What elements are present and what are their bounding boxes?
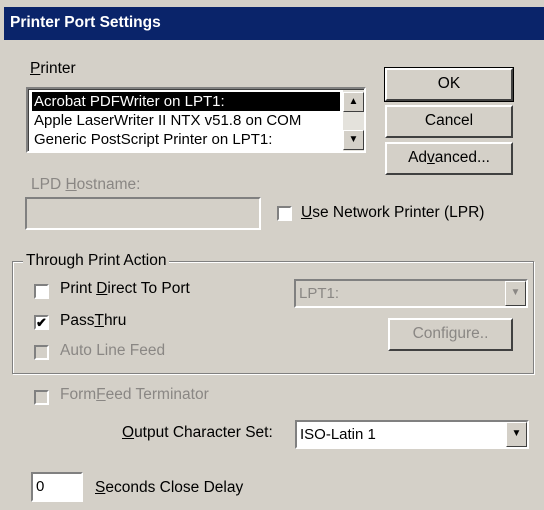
printer-list-item[interactable]: Generic PostScript Printer on LPT1:	[32, 130, 340, 149]
cancel-button[interactable]: Cancel	[385, 105, 513, 138]
lpd-hostname-label: LPD Hostname:	[31, 176, 141, 193]
printer-list-scrollbar[interactable]: ▲ ▼	[343, 90, 364, 151]
output-charset-label: Output Character Set:	[122, 424, 273, 441]
use-network-printer-label[interactable]: Use Network Printer (LPR)	[301, 204, 484, 222]
output-charset-value: ISO-Latin 1	[300, 426, 376, 443]
formfeed-terminator-label[interactable]: FormFeed Terminator	[60, 386, 209, 404]
printer-listbox[interactable]: Acrobat PDFWriter on LPT1: Apple LaserWr…	[26, 87, 366, 153]
use-network-printer-checkbox[interactable]	[277, 206, 292, 221]
print-direct-checkbox[interactable]	[34, 284, 49, 299]
printer-list-item[interactable]: Apple LaserWriter II NTX v51.8 on COM	[32, 111, 340, 130]
close-delay-label: Seconds Close Delay	[95, 479, 244, 496]
printer-port-settings-dialog: Printer Port Settings Printer Acrobat PD…	[0, 0, 544, 510]
printer-label: Printer	[30, 60, 76, 77]
passthru-label[interactable]: PassThru	[60, 312, 126, 330]
close-delay-input[interactable]: 0	[31, 472, 83, 502]
output-charset-select[interactable]: ISO-Latin 1 ▼	[295, 420, 529, 449]
title-bar[interactable]: Printer Port Settings	[4, 7, 544, 40]
auto-line-feed-label[interactable]: Auto Line Feed	[60, 342, 165, 360]
window-title: Printer Port Settings	[10, 14, 161, 31]
scroll-up-arrow-icon[interactable]: ▲	[343, 92, 364, 112]
port-select[interactable]: LPT1: ▼	[294, 279, 528, 308]
chevron-down-icon[interactable]: ▼	[505, 281, 526, 306]
port-select-value: LPT1:	[299, 285, 340, 302]
auto-line-feed-checkbox[interactable]	[34, 345, 49, 360]
through-print-action-label: Through Print Action	[23, 252, 170, 270]
advanced-button[interactable]: Advanced...	[385, 142, 513, 175]
formfeed-terminator-checkbox[interactable]	[34, 390, 49, 405]
ok-button[interactable]: OK	[384, 67, 514, 102]
printer-list-item[interactable]: Acrobat PDFWriter on LPT1:	[32, 92, 340, 111]
chevron-down-icon[interactable]: ▼	[506, 422, 527, 447]
lpd-hostname-input[interactable]	[25, 197, 261, 230]
scroll-down-arrow-icon[interactable]: ▼	[343, 130, 364, 150]
passthru-checkbox[interactable]: ✔	[34, 315, 49, 330]
configure-button[interactable]: Configure..	[388, 318, 513, 351]
print-direct-label[interactable]: Print Direct To Port	[60, 280, 190, 298]
